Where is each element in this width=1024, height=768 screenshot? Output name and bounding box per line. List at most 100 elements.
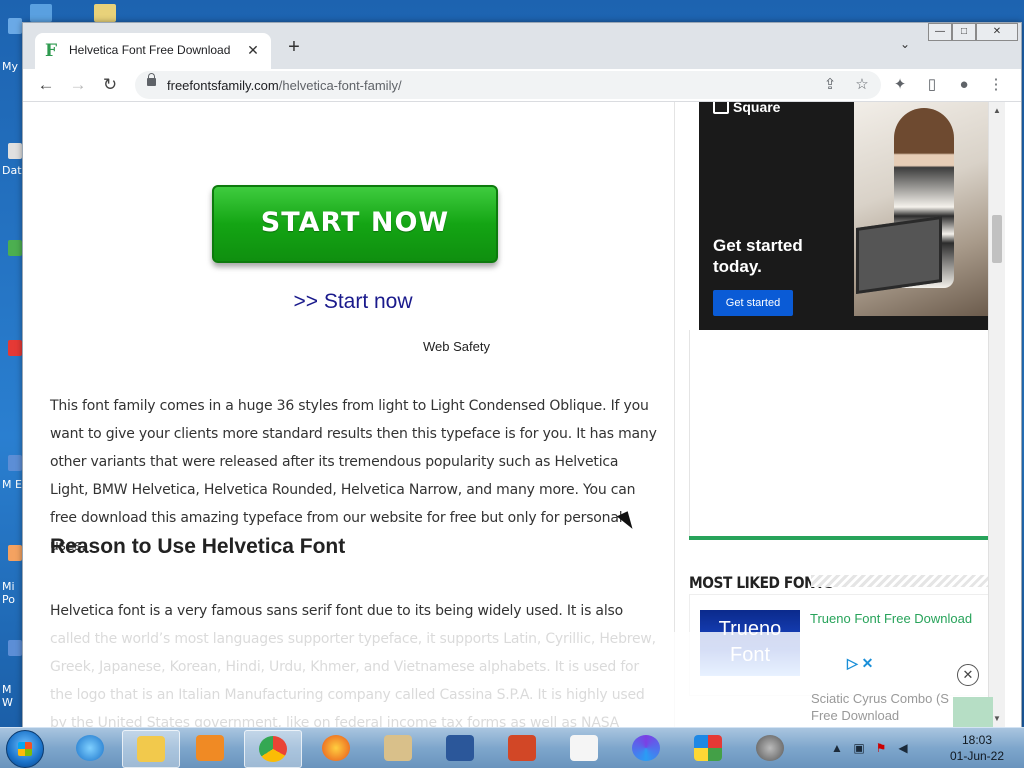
forward-button[interactable]: → bbox=[65, 73, 91, 97]
address-bar[interactable]: freefontsfamily.com/helvetica-font-famil… bbox=[135, 71, 881, 99]
taskbar-firefox[interactable] bbox=[308, 730, 364, 766]
start-now-button[interactable]: START NOW bbox=[212, 185, 498, 263]
clock-time: 18:03 bbox=[961, 733, 993, 747]
ad-photo bbox=[854, 102, 989, 316]
ad-brand-text: Square bbox=[733, 102, 781, 115]
app-icon bbox=[632, 735, 660, 761]
desktop-iso-icon[interactable] bbox=[94, 4, 116, 22]
square-ad[interactable]: Square Get started today. Get started bbox=[699, 102, 989, 330]
gear-icon bbox=[756, 735, 784, 761]
faded-font-title: Sciatic Cyrus Combo (S bbox=[811, 691, 949, 706]
paint-icon bbox=[384, 735, 412, 761]
taskbar-solitaire[interactable] bbox=[556, 730, 612, 766]
desktop-label: My bbox=[2, 60, 19, 73]
word-icon bbox=[446, 735, 474, 761]
clock[interactable]: 18:03 01-Jun-22 bbox=[942, 732, 1012, 764]
scroll-up-icon[interactable]: ▲ bbox=[993, 106, 1001, 115]
clock-date: 01-Jun-22 bbox=[949, 749, 1005, 763]
adchoices-icon[interactable]: ▷ ✕ bbox=[847, 655, 873, 672]
ad-headline: Get started today. bbox=[713, 236, 803, 276]
taskbar-media[interactable] bbox=[182, 730, 238, 766]
desktop-label: Mi Po bbox=[2, 580, 15, 606]
flag-icon[interactable]: ⚑ bbox=[874, 741, 888, 755]
square-logo-icon bbox=[713, 102, 729, 114]
system-tray: ▲ ▣ ⚑ ◀ 18:03 01-Jun-22 bbox=[824, 728, 1024, 768]
internet-explorer-icon bbox=[76, 735, 104, 761]
chrome-icon bbox=[259, 736, 287, 762]
desktop-icons-column: My Dat M E Mi Po M W bbox=[0, 0, 22, 728]
browser-window: F Helvetica Font Free Download ✕ + ⌄ — □… bbox=[22, 22, 1022, 728]
start-button[interactable] bbox=[6, 730, 44, 768]
tab-close-icon[interactable]: ✕ bbox=[243, 40, 263, 60]
faded-font-subtitle: Free Download bbox=[811, 708, 900, 723]
network-icon[interactable]: ▣ bbox=[852, 741, 866, 755]
menu-kebab-icon[interactable]: ⋮ bbox=[985, 74, 1007, 96]
desktop-label: M W bbox=[2, 683, 13, 709]
desktop-label: Dat bbox=[2, 164, 22, 177]
ad-cta-button[interactable]: Get started bbox=[713, 290, 793, 316]
section-heading: Reason to Use Helvetica Font bbox=[50, 535, 346, 558]
tab-title: Helvetica Font Free Download bbox=[69, 43, 231, 57]
taskbar-word[interactable] bbox=[432, 730, 488, 766]
lock-icon[interactable] bbox=[147, 73, 156, 86]
app-icon[interactable] bbox=[8, 340, 22, 356]
url-text[interactable]: freefontsfamily.com/helvetica-font-famil… bbox=[167, 78, 402, 93]
bookmark-star-icon[interactable]: ☆ bbox=[851, 75, 873, 95]
font-card-title[interactable]: Trueno Font Free Download bbox=[810, 611, 972, 626]
data-icon[interactable] bbox=[8, 143, 22, 159]
close-window-button[interactable]: ✕ bbox=[976, 23, 1018, 41]
ad-laptop-image bbox=[856, 215, 942, 295]
start-now-link[interactable]: >> Start now bbox=[23, 290, 683, 314]
desktop-label: M E bbox=[2, 478, 22, 491]
taskbar-explorer[interactable] bbox=[122, 730, 180, 768]
computer-icon[interactable] bbox=[8, 18, 22, 34]
page-scrollbar[interactable]: ▲ ▼ bbox=[988, 102, 1005, 727]
maximize-button[interactable]: □ bbox=[952, 23, 976, 41]
web-page: START NOW >> Start now Web Safety This f… bbox=[23, 102, 1005, 727]
taskbar-settings[interactable] bbox=[742, 730, 798, 766]
extensions-icon[interactable]: ✦ bbox=[889, 74, 911, 96]
url-domain: freefontsfamily.com bbox=[167, 78, 279, 93]
heading-decoration bbox=[811, 575, 999, 587]
firefox-icon bbox=[322, 735, 350, 761]
side-panel-icon[interactable]: ▯ bbox=[921, 74, 943, 96]
taskbar: ▲ ▣ ⚑ ◀ 18:03 01-Jun-22 bbox=[0, 727, 1024, 768]
taskbar-paint[interactable] bbox=[370, 730, 426, 766]
taskbar-ie[interactable] bbox=[62, 730, 118, 766]
tab-bar: F Helvetica Font Free Download ✕ + ⌄ — □… bbox=[23, 23, 1021, 69]
app-icon bbox=[694, 735, 722, 761]
ad-close-icon[interactable]: ✕ bbox=[957, 664, 979, 686]
scroll-top-button[interactable] bbox=[953, 697, 993, 727]
back-button[interactable]: ← bbox=[33, 73, 59, 97]
site-favicon-icon: F bbox=[45, 41, 58, 61]
taskbar-app[interactable] bbox=[680, 730, 736, 766]
desktop-folder-icon[interactable] bbox=[30, 4, 52, 22]
show-hidden-icons-icon[interactable]: ▲ bbox=[830, 741, 844, 755]
scroll-down-icon[interactable]: ▼ bbox=[993, 714, 1001, 723]
new-tab-button[interactable]: + bbox=[283, 37, 305, 59]
volume-icon[interactable]: ◀ bbox=[896, 741, 910, 755]
tab-active[interactable]: F Helvetica Font Free Download ✕ bbox=[35, 33, 271, 69]
folder-icon bbox=[137, 736, 165, 762]
taskbar-powerpoint[interactable] bbox=[494, 730, 550, 766]
ad-brand: Square bbox=[713, 102, 780, 115]
scrollbar-thumb[interactable] bbox=[992, 215, 1002, 263]
app-icon[interactable] bbox=[8, 455, 22, 471]
sidebar-ad-space bbox=[689, 330, 1001, 540]
reload-button[interactable]: ↻ bbox=[97, 73, 123, 97]
media-player-icon bbox=[196, 735, 224, 761]
app-icon[interactable] bbox=[8, 640, 22, 656]
taskbar-app[interactable] bbox=[618, 730, 674, 766]
app-icon[interactable] bbox=[8, 545, 22, 561]
browser-toolbar: ← → ↻ freefontsfamily.com/helvetica-font… bbox=[23, 69, 1021, 102]
minimize-button[interactable]: — bbox=[928, 23, 952, 41]
taskbar-chrome[interactable] bbox=[244, 730, 302, 768]
url-path: /helvetica-font-family/ bbox=[278, 78, 402, 93]
share-icon[interactable]: ⇪ bbox=[819, 75, 841, 95]
web-safety-label: Web Safety bbox=[423, 339, 490, 354]
tab-search-chevron-icon[interactable]: ⌄ bbox=[895, 37, 915, 57]
app-icon[interactable] bbox=[8, 240, 22, 256]
cards-icon bbox=[570, 735, 598, 761]
profile-avatar-icon[interactable]: ● bbox=[953, 74, 975, 96]
powerpoint-icon bbox=[508, 735, 536, 761]
